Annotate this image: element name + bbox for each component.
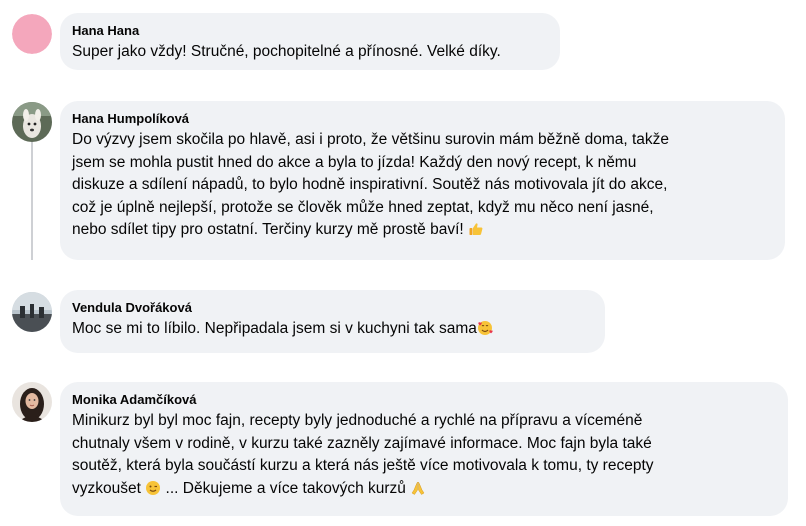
comment-line: což je úplně nejlepší, protože se člověk… <box>72 198 654 216</box>
comment-bubble: Vendula Dvořáková Moc se mi to líbilo. N… <box>60 290 605 353</box>
comment-text: Minikurz byl byl moc fajn, recepty byly … <box>72 410 776 500</box>
comment-line: Moc se mi to líbilo. Nepřipadala jsem si… <box>72 320 477 337</box>
comment-line: diskuze a sdílení nápadů, to bylo hodně … <box>72 176 668 193</box>
comment-line: Minikurz byl byl moc fajn, recepty byly … <box>72 412 643 429</box>
comment-line: ... Děkujeme a více takových kurzů <box>165 479 406 497</box>
comment-line: nebo sdílet tipy pro ostatní. Terčiny ku… <box>72 221 464 238</box>
comment-line: Super jako vždy! Stručné, pochopitelné a… <box>72 43 501 60</box>
comment-bubble: Hana Humpolíková Do výzvy jsem skočila p… <box>60 101 785 260</box>
folded-hands-icon <box>411 481 425 495</box>
comment-author[interactable]: Hana Humpolíková <box>72 110 773 127</box>
comment-text: Moc se mi to líbilo. Nepřipadala jsem si… <box>72 318 593 341</box>
comment-line: jsem se mohla pustit hned do akce a byla… <box>72 153 637 171</box>
thread-line <box>31 142 33 260</box>
comment-line: Do výzvy jsem skočila po hlavě, asi i pr… <box>72 131 670 148</box>
comment-text: Do výzvy jsem skočila po hlavě, asi i pr… <box>72 129 773 242</box>
comment-line: chutnaly všem v rodině, v kurzu také zaz… <box>72 434 652 452</box>
avatar[interactable] <box>12 102 52 142</box>
comment-author[interactable]: Hana Hana <box>72 22 548 39</box>
avatar[interactable] <box>12 382 52 422</box>
comment-bubble: Hana Hana Super jako vždy! Stručné, poch… <box>60 13 560 70</box>
avatar[interactable] <box>12 292 52 332</box>
comment-line: soutěž, která byla součástí kurzu a kter… <box>72 457 654 474</box>
comment-text: Super jako vždy! Stručné, pochopitelné a… <box>72 41 548 64</box>
comment-author[interactable]: Vendula Dvořáková <box>72 299 593 316</box>
comment-author[interactable]: Monika Adamčíková <box>72 391 776 408</box>
smiling-face-with-hearts-icon <box>477 321 493 335</box>
avatar[interactable] <box>12 14 52 54</box>
thumbs-up-icon <box>469 223 483 235</box>
winking-face-icon <box>146 480 161 495</box>
comment-bubble: Monika Adamčíková Minikurz byl byl moc f… <box>60 382 788 516</box>
comment-line: vyzkoušet <box>72 479 141 497</box>
